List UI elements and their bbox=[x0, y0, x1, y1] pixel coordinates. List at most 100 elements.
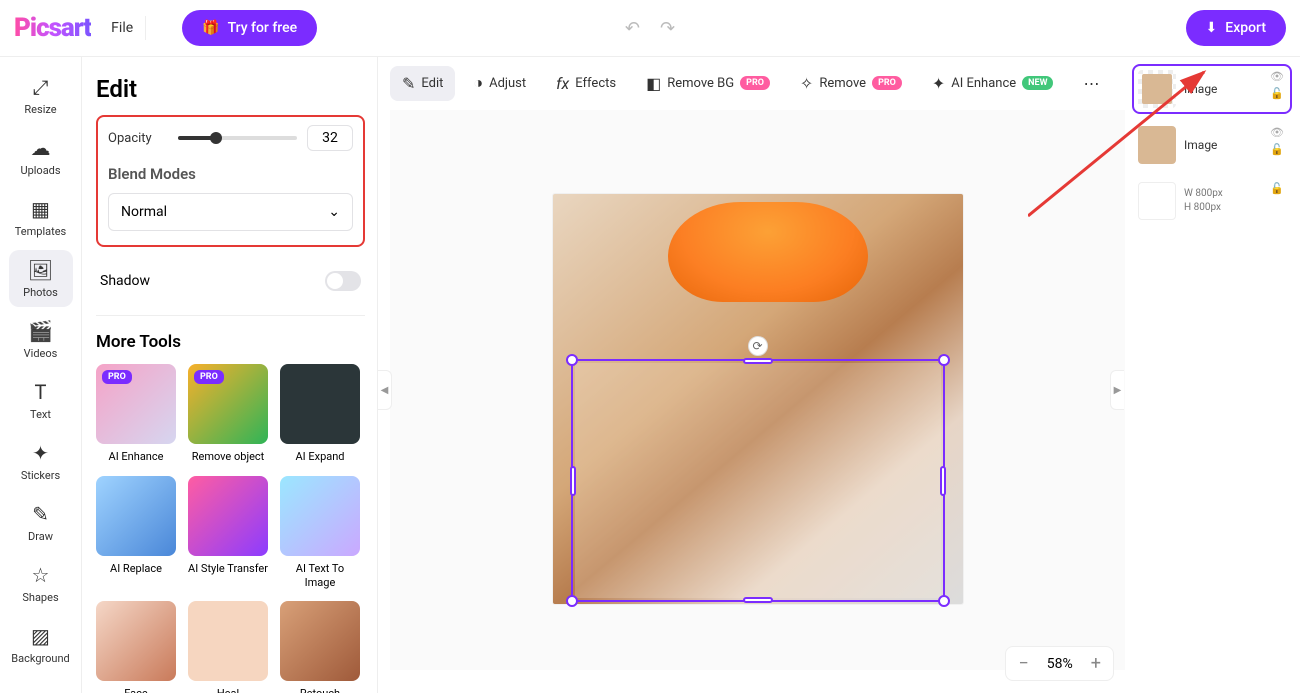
export-button[interactable]: ⬇ Export bbox=[1186, 10, 1286, 46]
panel-title: Edit bbox=[96, 75, 365, 103]
background-icon: ▨ bbox=[31, 624, 50, 648]
file-menu[interactable]: File bbox=[111, 20, 133, 36]
canvas-image[interactable]: ⟳ bbox=[553, 194, 963, 604]
resize-handle-bottom[interactable] bbox=[743, 597, 773, 603]
height-label: H bbox=[1184, 202, 1191, 213]
image-detail bbox=[668, 202, 868, 302]
tool-ai-enhance[interactable]: PROAI Enhance bbox=[96, 364, 176, 464]
stickers-icon: ✦ bbox=[32, 441, 49, 465]
toolbar-label: Edit bbox=[421, 76, 443, 91]
blend-mode-value: Normal bbox=[121, 204, 167, 220]
canvas-layer[interactable]: W 800px H 800px 🔓 bbox=[1132, 176, 1292, 226]
rail-resize[interactable]: ⤢Resize bbox=[9, 67, 73, 124]
visibility-icon[interactable]: 👁 bbox=[1270, 70, 1284, 83]
zoom-in-button[interactable]: + bbox=[1091, 653, 1101, 674]
opacity-value-input[interactable]: 32 bbox=[307, 125, 353, 151]
rail-shapes[interactable]: ☆ Shapes bbox=[9, 555, 73, 612]
selection-box[interactable]: ⟳ bbox=[571, 359, 945, 602]
shadow-label: Shadow bbox=[100, 273, 150, 289]
width-value: 800px bbox=[1195, 188, 1222, 199]
divider bbox=[145, 16, 146, 40]
gift-icon: 🎁 bbox=[202, 20, 219, 36]
toolbar-remove[interactable]: ✧RemovePRO bbox=[788, 66, 914, 101]
toolbar-effects[interactable]: fxEffects bbox=[544, 66, 628, 101]
edit-panel: Edit Opacity 32 Blend Modes Normal ⌄ Sha… bbox=[82, 57, 378, 693]
toolbar-adjust[interactable]: ◑ Adjust bbox=[461, 65, 538, 101]
toolbar-label: Adjust bbox=[489, 76, 526, 91]
tool-face[interactable]: Face bbox=[96, 601, 176, 693]
opacity-label: Opacity bbox=[108, 131, 168, 146]
layer-name: Image bbox=[1184, 82, 1217, 96]
canvas-area[interactable]: ⟳ bbox=[390, 110, 1125, 670]
collapse-right-panel[interactable]: ▶ bbox=[1110, 370, 1124, 410]
export-label: Export bbox=[1225, 20, 1266, 36]
upload-icon: ☁ bbox=[31, 136, 51, 160]
pro-badge: PRO bbox=[194, 370, 224, 384]
resize-handle-br[interactable] bbox=[938, 595, 950, 607]
resize-handle-right[interactable] bbox=[940, 466, 946, 496]
rail-label: Draw bbox=[28, 530, 53, 543]
layer-thumbnail bbox=[1138, 70, 1176, 108]
try-free-button[interactable]: 🎁 Try for free bbox=[182, 10, 317, 46]
toolbar-label: Effects bbox=[575, 76, 616, 91]
redo-icon[interactable]: ↷ bbox=[660, 18, 675, 39]
tool-heal[interactable]: Heal bbox=[188, 601, 268, 693]
toolbar-ai-enhance[interactable]: ✦AI EnhanceNEW bbox=[920, 66, 1066, 101]
tool-ai-text-to-image[interactable]: AI Text To Image bbox=[280, 476, 360, 590]
rail-label: Resize bbox=[24, 103, 56, 116]
height-value: 800px bbox=[1194, 202, 1221, 213]
shadow-toggle[interactable] bbox=[325, 271, 361, 291]
rail-background[interactable]: ▨Background bbox=[9, 616, 73, 673]
layer-thumbnail bbox=[1138, 126, 1176, 164]
ai-enhance-icon: ✦ bbox=[932, 74, 945, 93]
zoom-control: − 58% + bbox=[1005, 646, 1114, 681]
rail-label: Shapes bbox=[22, 591, 58, 604]
lock-icon[interactable]: 🔓 bbox=[1270, 143, 1284, 156]
undo-icon[interactable]: ↶ bbox=[625, 18, 640, 39]
tool-remove-object[interactable]: PRORemove object bbox=[188, 364, 268, 464]
layer-item-2[interactable]: Image 👁🔓 bbox=[1132, 120, 1292, 170]
zoom-out-button[interactable]: − bbox=[1018, 653, 1028, 674]
toolbar-more[interactable]: ⋯ bbox=[1071, 66, 1111, 101]
templates-icon: ▦ bbox=[31, 197, 50, 221]
tool-label: AI Expand bbox=[295, 450, 344, 464]
lock-icon[interactable]: 🔓 bbox=[1270, 87, 1284, 100]
tool-ai-replace[interactable]: AI Replace bbox=[96, 476, 176, 590]
rotate-handle-icon[interactable]: ⟳ bbox=[748, 336, 768, 356]
tool-label: AI Enhance bbox=[109, 450, 164, 464]
visibility-icon[interactable]: 👁 bbox=[1270, 126, 1284, 139]
opacity-slider[interactable] bbox=[178, 136, 297, 140]
blend-mode-select[interactable]: Normal ⌄ bbox=[108, 193, 353, 231]
rail-templates[interactable]: ▦Templates bbox=[9, 189, 73, 246]
rail-photos[interactable]: 🖼Photos bbox=[9, 250, 73, 307]
lock-icon[interactable]: 🔓 bbox=[1270, 182, 1284, 195]
resize-handle-top[interactable] bbox=[743, 358, 773, 364]
rail-uploads[interactable]: ☁Uploads bbox=[9, 128, 73, 185]
resize-handle-tl[interactable] bbox=[566, 354, 578, 366]
resize-handle-left[interactable] bbox=[570, 466, 576, 496]
layer-item-1[interactable]: Image 👁 🔓 bbox=[1132, 64, 1292, 114]
zoom-value[interactable]: 58% bbox=[1047, 656, 1073, 672]
more-tools-heading: More Tools bbox=[96, 332, 365, 352]
shapes-icon: ☆ bbox=[32, 563, 50, 587]
top-toolbar: ✎Edit ◑ Adjust fxEffects ◧Remove BGPRO ✧R… bbox=[390, 65, 1111, 101]
rail-text[interactable]: TText bbox=[9, 372, 73, 429]
rail-draw[interactable]: ✎Draw bbox=[9, 494, 73, 551]
chevron-down-icon: ⌄ bbox=[328, 204, 340, 220]
logo[interactable]: Picsart bbox=[14, 13, 91, 43]
tool-label: Retouch bbox=[300, 687, 340, 693]
adjust-icon: ◑ bbox=[473, 73, 483, 93]
rail-videos[interactable]: 🎬Videos bbox=[9, 311, 73, 368]
resize-handle-tr[interactable] bbox=[938, 354, 950, 366]
try-free-label: Try for free bbox=[228, 20, 298, 36]
resize-handle-bl[interactable] bbox=[566, 595, 578, 607]
tool-label: AI Replace bbox=[110, 562, 162, 576]
tool-ai-expand[interactable]: AI Expand bbox=[280, 364, 360, 464]
collapse-left-panel[interactable]: ◀ bbox=[378, 370, 392, 410]
tool-retouch[interactable]: Retouch bbox=[280, 601, 360, 693]
tool-ai-style-transfer[interactable]: AI Style Transfer bbox=[188, 476, 268, 590]
toolbar-edit[interactable]: ✎Edit bbox=[390, 66, 455, 101]
toolbar-remove-bg[interactable]: ◧Remove BGPRO bbox=[634, 66, 782, 101]
rail-stickers[interactable]: ✦Stickers bbox=[9, 433, 73, 490]
canvas-thumbnail bbox=[1138, 182, 1176, 220]
